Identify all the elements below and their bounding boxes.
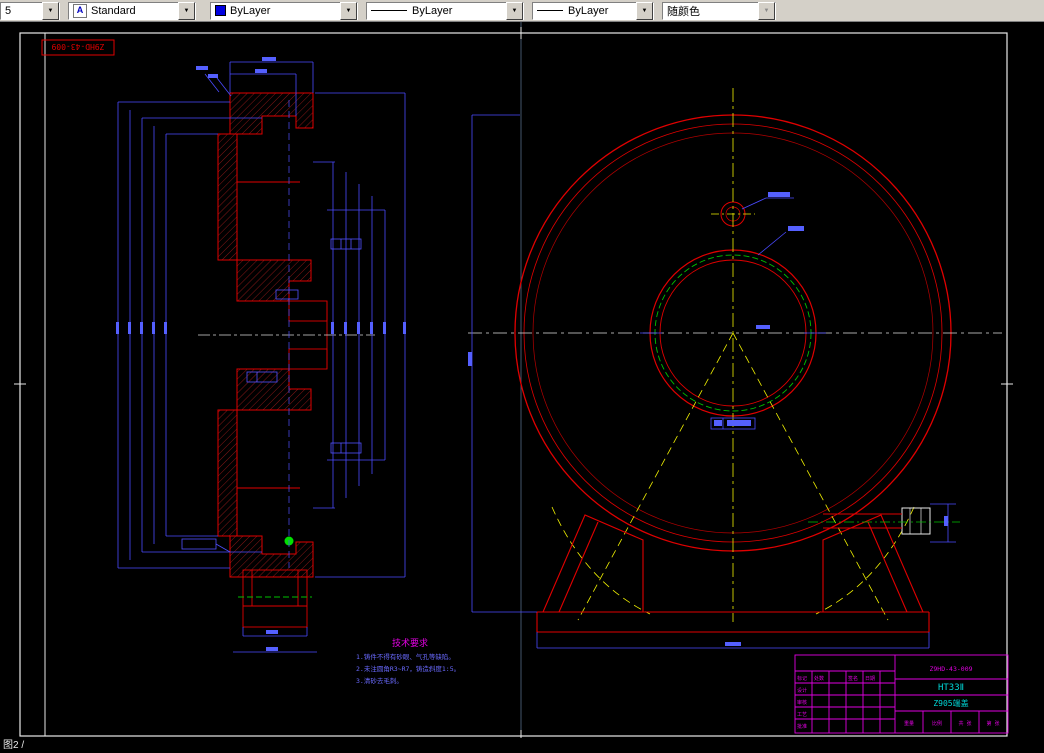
object-properties-toolbar: 5 ▼ A Standard ▼ ByLayer ▼ ByLayer ▼ ByL… bbox=[0, 0, 1044, 22]
title-block-part-name: Z905端盖 bbox=[933, 698, 968, 708]
tech-requirements: 技术要求 1.铸件不得有砂眼、气孔等缺陷。 2.未注圆角R3~R7，铸造斜度1:… bbox=[356, 637, 460, 685]
title-block-drawing-no: Z9HD-43-009 bbox=[929, 665, 972, 673]
title-block: Z9HD-43-009 HT33Ⅱ Z905端盖 标记 处数 签名 日期 设计 … bbox=[794, 654, 1009, 734]
plotstyle-combo-value: 随颜色 bbox=[667, 5, 700, 18]
title-block-bottom-4: 第 张 bbox=[986, 720, 999, 727]
section-view bbox=[116, 57, 406, 653]
front-view-dimensions bbox=[471, 114, 956, 649]
tech-req-line-2: 2.未注圆角R3~R7，铸造斜度1:5。 bbox=[356, 664, 460, 673]
linetype-combo[interactable]: ByLayer ▼ bbox=[366, 1, 524, 20]
title-block-material: HT33Ⅱ bbox=[938, 683, 964, 693]
title-block-bottom-3: 共 张 bbox=[958, 720, 971, 727]
lineweight-sample-icon bbox=[537, 10, 563, 11]
style-combo-arrow-icon[interactable]: ▼ bbox=[178, 1, 195, 20]
color-combo-arrow-icon[interactable]: ▼ bbox=[340, 1, 357, 20]
drawing-canvas[interactable]: Z9HD-43-009 技术要求 1.铸件不得有砂眼、气孔等缺陷。 2.未注圆角… bbox=[0, 22, 1044, 738]
layer-combo-value: 5 bbox=[5, 4, 12, 17]
status-strip: 图2 / bbox=[0, 738, 1044, 753]
front-dim-blobs bbox=[468, 192, 948, 646]
layer-combo-arrow-icon[interactable]: ▼ bbox=[42, 1, 59, 20]
linetype-sample-icon bbox=[371, 10, 407, 11]
style-combo[interactable]: A Standard ▼ bbox=[68, 1, 196, 20]
corner-drawing-number: Z9HD-43-009 bbox=[41, 39, 115, 56]
title-block-bottom-1: 重量 bbox=[904, 720, 914, 727]
tech-req-line-3: 3.清砂去毛刺。 bbox=[356, 676, 403, 685]
title-block-header-4: 日期 bbox=[865, 676, 875, 682]
color-swatch-icon bbox=[215, 5, 226, 16]
corner-drawing-number-text: Z9HD-43-009 bbox=[51, 42, 104, 51]
title-block-header-2: 处数 bbox=[814, 675, 824, 682]
tech-req-title: 技术要求 bbox=[392, 637, 428, 649]
style-combo-value: Standard bbox=[91, 4, 136, 17]
plotstyle-combo[interactable]: 随颜色 ▼ bbox=[662, 1, 776, 20]
linetype-combo-value: ByLayer bbox=[412, 4, 453, 17]
title-block-row-3: 工艺 bbox=[797, 712, 807, 718]
model-space-canvas[interactable]: Z9HD-43-009 技术要求 1.铸件不得有砂眼、气孔等缺陷。 2.未注圆角… bbox=[0, 22, 1044, 738]
linetype-combo-arrow-icon[interactable]: ▼ bbox=[506, 1, 523, 20]
color-combo-value: ByLayer bbox=[230, 4, 271, 17]
text-style-icon: A bbox=[73, 3, 87, 18]
sheet-frame bbox=[14, 27, 1013, 738]
title-block-row-2: 审核 bbox=[797, 699, 807, 706]
lineweight-combo-value: ByLayer bbox=[568, 4, 609, 17]
plotstyle-combo-arrow-icon: ▼ bbox=[758, 1, 775, 20]
tech-req-line-1: 1.铸件不得有砂眼、气孔等缺陷。 bbox=[356, 652, 455, 661]
title-block-header-1: 标记 bbox=[797, 675, 807, 682]
title-block-row-4: 批准 bbox=[797, 723, 807, 730]
layer-combo[interactable]: 5 ▼ bbox=[0, 1, 60, 20]
status-text: 图2 / bbox=[3, 740, 25, 751]
title-block-bottom-2: 比例 bbox=[932, 720, 942, 727]
lineweight-combo[interactable]: ByLayer ▼ bbox=[532, 1, 654, 20]
title-block-row-1: 设计 bbox=[797, 687, 807, 694]
color-combo[interactable]: ByLayer ▼ bbox=[210, 1, 358, 20]
lineweight-combo-arrow-icon[interactable]: ▼ bbox=[636, 1, 653, 20]
title-block-header-3: 签名 bbox=[848, 675, 858, 682]
front-view bbox=[468, 88, 1002, 649]
